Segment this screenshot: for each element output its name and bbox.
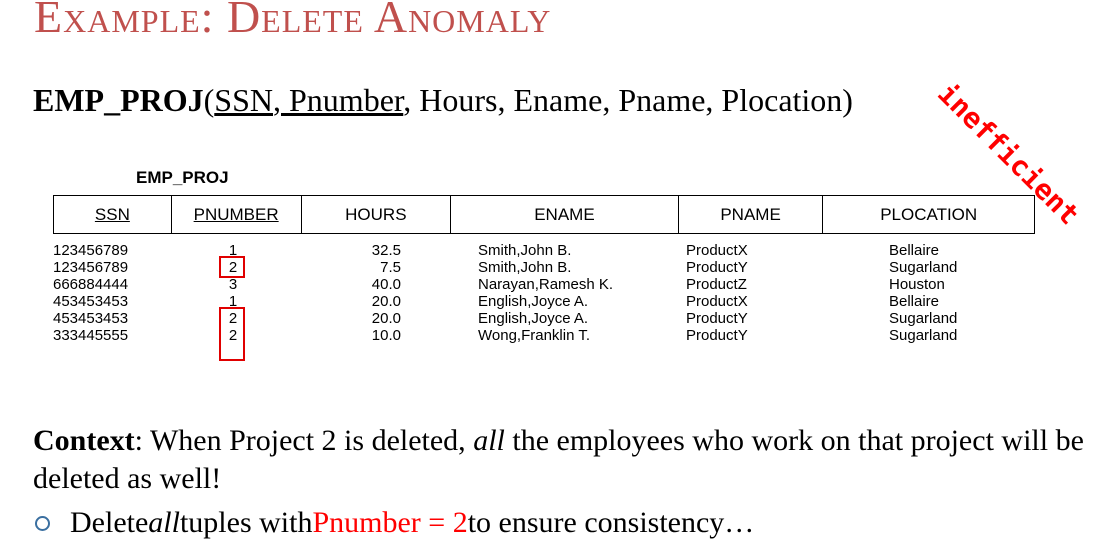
table-body: 123456789 1 32.5 Smith,John B. ProductX … (53, 242, 1035, 361)
cell-plocation: Bellaire (889, 293, 940, 310)
cell-pname: ProductY (686, 327, 748, 344)
cell-ename: Wong,Franklin T. (478, 327, 590, 344)
header-plocation: PLOCATION (880, 204, 978, 224)
cell-plocation: Sugarland (889, 259, 958, 276)
cell-ssn: 333445555 (53, 327, 129, 344)
cell-ename: Smith,John B. (478, 259, 572, 276)
table-row: 123456789 2 7.5 Smith,John B. ProductY S… (53, 259, 1035, 276)
table-row: 333445555 2 10.0 Wong,Franklin T. Produc… (53, 327, 1035, 344)
schema-open-paren: ( (203, 82, 215, 118)
schema-key-pnumber: Pnumber (289, 82, 404, 118)
highlight-box-pnumber-2 (219, 256, 245, 278)
table-row: 123456789 1 32.5 Smith,John B. ProductX … (53, 242, 1035, 259)
bullet-emphasis: all (148, 506, 180, 539)
cell-hours: 32.5 (371, 242, 401, 259)
relation-schema: EMP_PROJ(SSN, Pnumber, Hours, Ename, Pna… (33, 82, 853, 119)
header-hours: HOURS (302, 196, 452, 233)
cell-hours: 20.0 (371, 310, 401, 327)
header-ssn: SSN (54, 196, 172, 233)
cell-pname: ProductX (686, 242, 748, 259)
cell-plocation: Sugarland (889, 310, 958, 327)
cell-ssn: 453453453 (53, 310, 129, 327)
cell-hours: 10.0 (371, 327, 401, 344)
table-row: 666884444 3 40.0 Narayan,Ramesh K. Produ… (53, 276, 1035, 293)
cell-pnumber: 3 (228, 276, 238, 293)
cell-pname: ProductY (686, 259, 748, 276)
context-paragraph: Context: When Project 2 is deleted, all … (33, 422, 1093, 498)
bullet-item: Delete all tuples with Pnumber = 2 to en… (33, 506, 754, 540)
schema-key-ssn: SSN (214, 82, 273, 118)
schema-attributes: , Hours, Ename, Pname, Plocation) (403, 82, 853, 118)
cell-plocation: Houston (889, 276, 945, 293)
cell-ssn: 453453453 (53, 293, 129, 310)
header-ename: ENAME (451, 196, 679, 233)
slide-title: Example: Delete Anomaly (34, 0, 552, 42)
bullet-text-2: tuples with (179, 506, 313, 539)
context-text-1: : When Project 2 is deleted, (134, 424, 474, 457)
table-row: 453453453 2 20.0 English,Joyce A. Produc… (53, 310, 1035, 327)
cell-ssn: 123456789 (53, 242, 129, 259)
cell-pname: ProductZ (686, 276, 747, 293)
highlight-box-pnumber-2 (219, 307, 245, 361)
cell-pname: ProductY (686, 310, 748, 327)
header-pname: PNAME (679, 196, 824, 233)
cell-ename: Narayan,Ramesh K. (478, 276, 614, 293)
cell-plocation: Bellaire (889, 242, 940, 259)
cell-ename: Smith,John B. (478, 242, 572, 259)
cell-plocation: Sugarland (889, 327, 958, 344)
context-emphasis: all (473, 424, 505, 457)
table-caption: EMP_PROJ (136, 168, 229, 187)
cell-hours: 20.0 (371, 293, 401, 310)
cell-hours: 40.0 (371, 276, 401, 293)
bullet-highlight: Pnumber = 2 (312, 506, 468, 539)
table-header: SSN PNUMBER HOURS ENAME PNAME PLOCATION (53, 195, 1035, 234)
cell-ssn: 666884444 (53, 276, 129, 293)
schema-key-sep: , (273, 82, 289, 118)
cell-ename: English,Joyce A. (478, 310, 589, 327)
cell-pname: ProductX (686, 293, 748, 310)
table-row: 453453453 1 20.0 English,Joyce A. Produc… (53, 293, 1035, 310)
cell-ename: English,Joyce A. (478, 293, 589, 310)
context-label: Context (33, 424, 135, 457)
bullet-text-1: Delete (70, 506, 149, 539)
cell-ssn: 123456789 (53, 259, 129, 276)
header-pnumber: PNUMBER (172, 196, 302, 233)
cell-hours: 7.5 (380, 259, 401, 276)
bullet-circle-icon (35, 515, 50, 531)
bullet-text-3: to ensure consistency… (467, 506, 755, 539)
relation-name: EMP_PROJ (33, 82, 204, 118)
